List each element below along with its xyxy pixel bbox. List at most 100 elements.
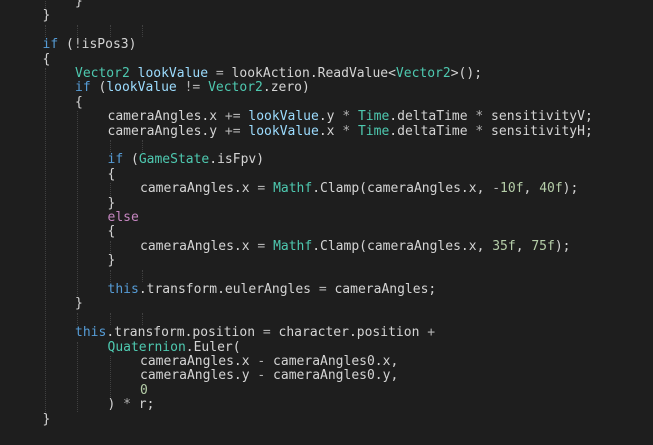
code-token: ); bbox=[562, 181, 579, 197]
code-token: Vector2 bbox=[75, 66, 130, 81]
code-token: ); bbox=[554, 238, 571, 254]
code-line[interactable]: } bbox=[107, 253, 116, 269]
code-token: + bbox=[427, 325, 436, 341]
code-token: { bbox=[75, 94, 83, 110]
code-editor[interactable]: }} if (!isPos3){Vector2 lookValue = lookA… bbox=[0, 0, 653, 445]
code-token: lookValue bbox=[106, 80, 177, 96]
code-token: cameraAngles.x bbox=[107, 109, 225, 125]
code-token: ( bbox=[123, 152, 139, 168]
code-token: * bbox=[342, 109, 351, 125]
code-line[interactable]: ) * r; bbox=[108, 397, 155, 413]
indent-guide bbox=[109, 24, 111, 38]
code-token: >(); bbox=[450, 66, 483, 81]
code-token: GameState bbox=[138, 152, 210, 168]
indent-guide bbox=[109, 312, 111, 326]
code-token: = bbox=[262, 325, 271, 341]
indent-guide bbox=[77, 341, 78, 412]
code-token: .Clamp(cameraAngles.x, bbox=[312, 238, 493, 254]
code-token: { bbox=[107, 224, 116, 240]
code-token: Time bbox=[357, 109, 390, 125]
code-token: this bbox=[107, 282, 139, 297]
code-token: * bbox=[342, 123, 351, 139]
code-line[interactable]: { bbox=[42, 51, 51, 67]
code-line[interactable]: } bbox=[43, 412, 51, 427]
code-token: , bbox=[515, 238, 532, 254]
code-line[interactable]: else bbox=[107, 210, 139, 225]
code-token: 75f bbox=[531, 238, 555, 254]
code-line[interactable]: } bbox=[108, 196, 116, 211]
code-token: cameraAngles; bbox=[326, 282, 437, 297]
code-token: else bbox=[107, 210, 139, 225]
code-token: 35f bbox=[492, 238, 516, 254]
code-token: if bbox=[42, 37, 59, 53]
code-line[interactable]: if (lookValue != Vector2.zero) bbox=[75, 81, 310, 95]
code-line[interactable]: cameraAngles.x = Mathf.Clamp(cameraAngle… bbox=[140, 181, 579, 197]
indent-guide bbox=[142, 140, 143, 153]
code-token: cameraAngles.x bbox=[140, 354, 258, 369]
code-token: lookValue bbox=[248, 109, 319, 125]
code-line[interactable]: cameraAngles.x - cameraAngles0.x, bbox=[140, 354, 399, 369]
code-token: .transform.eulerAngles bbox=[138, 282, 319, 297]
indent-guide bbox=[44, 0, 46, 9]
code-line[interactable]: cameraAngles.y += lookValue.x * Time.del… bbox=[108, 123, 593, 139]
code-token: Time bbox=[357, 123, 390, 139]
code-token: sensitivityV; bbox=[483, 109, 593, 125]
code-line[interactable]: if (!isPos3) bbox=[42, 37, 137, 53]
code-line[interactable]: 0 bbox=[140, 382, 148, 398]
code-token: lookValue bbox=[137, 66, 209, 81]
indent-guide bbox=[109, 240, 111, 254]
indent-guide bbox=[77, 312, 78, 326]
code-line[interactable]: cameraAngles.x += lookValue.y * Time.del… bbox=[107, 109, 593, 125]
code-line[interactable]: { bbox=[108, 225, 116, 239]
code-line[interactable]: { bbox=[75, 94, 83, 110]
code-token: isPos3 bbox=[81, 37, 129, 53]
code-token: } bbox=[107, 253, 116, 269]
code-token: } bbox=[75, 0, 83, 9]
code-token: } bbox=[75, 296, 83, 312]
code-token: Vector2 bbox=[208, 80, 263, 96]
code-token: r; bbox=[130, 397, 155, 413]
indent-guide bbox=[77, 111, 78, 297]
code-token: ( bbox=[90, 80, 107, 96]
code-line[interactable]: Vector2 lookValue = lookAction.ReadValue… bbox=[75, 66, 483, 81]
code-token: if bbox=[107, 152, 124, 168]
code-token: .deltaTime bbox=[389, 123, 476, 139]
indent-guide bbox=[44, 24, 46, 38]
code-line[interactable]: if (GameState.isFpv) bbox=[108, 153, 265, 167]
code-token: = bbox=[318, 282, 327, 297]
code-token: .deltaTime bbox=[389, 109, 476, 125]
code-line[interactable]: } bbox=[75, 0, 83, 9]
code-token: != bbox=[184, 80, 201, 96]
code-token: 40f bbox=[539, 181, 563, 197]
indent-guide bbox=[142, 269, 143, 282]
code-token: } bbox=[42, 8, 51, 24]
code-token: Quaternion bbox=[107, 339, 186, 355]
code-line[interactable]: this.transform.eulerAngles = cameraAngle… bbox=[107, 282, 437, 297]
code-token: cameraAngles.x bbox=[140, 181, 258, 197]
code-token: .Clamp(cameraAngles.x, bbox=[312, 181, 493, 197]
code-line[interactable]: cameraAngles.x = Mathf.Clamp(cameraAngle… bbox=[140, 238, 571, 254]
code-token: sensitivityH; bbox=[483, 123, 593, 139]
code-token: { bbox=[107, 166, 116, 182]
code-token: { bbox=[42, 51, 51, 67]
code-token: cameraAngles0.x, bbox=[265, 354, 399, 369]
code-token: * bbox=[123, 397, 131, 413]
code-token: , bbox=[523, 181, 540, 197]
indent-guide bbox=[142, 24, 143, 38]
code-token: 0 bbox=[140, 382, 148, 398]
indent-guide bbox=[109, 140, 111, 153]
code-line[interactable]: this.transform.position = character.posi… bbox=[75, 325, 436, 341]
code-line[interactable]: Quaternion.Euler( bbox=[107, 339, 241, 355]
code-line[interactable]: } bbox=[43, 9, 51, 23]
code-token: cameraAngles.x bbox=[140, 238, 258, 254]
code-line[interactable]: cameraAngles.y - cameraAngles0.y, bbox=[140, 369, 398, 383]
code-line[interactable]: } bbox=[75, 297, 83, 311]
code-token: 10f bbox=[500, 181, 524, 197]
code-token: ( bbox=[58, 37, 74, 53]
code-token: this bbox=[75, 325, 107, 341]
code-line[interactable]: { bbox=[107, 166, 116, 182]
